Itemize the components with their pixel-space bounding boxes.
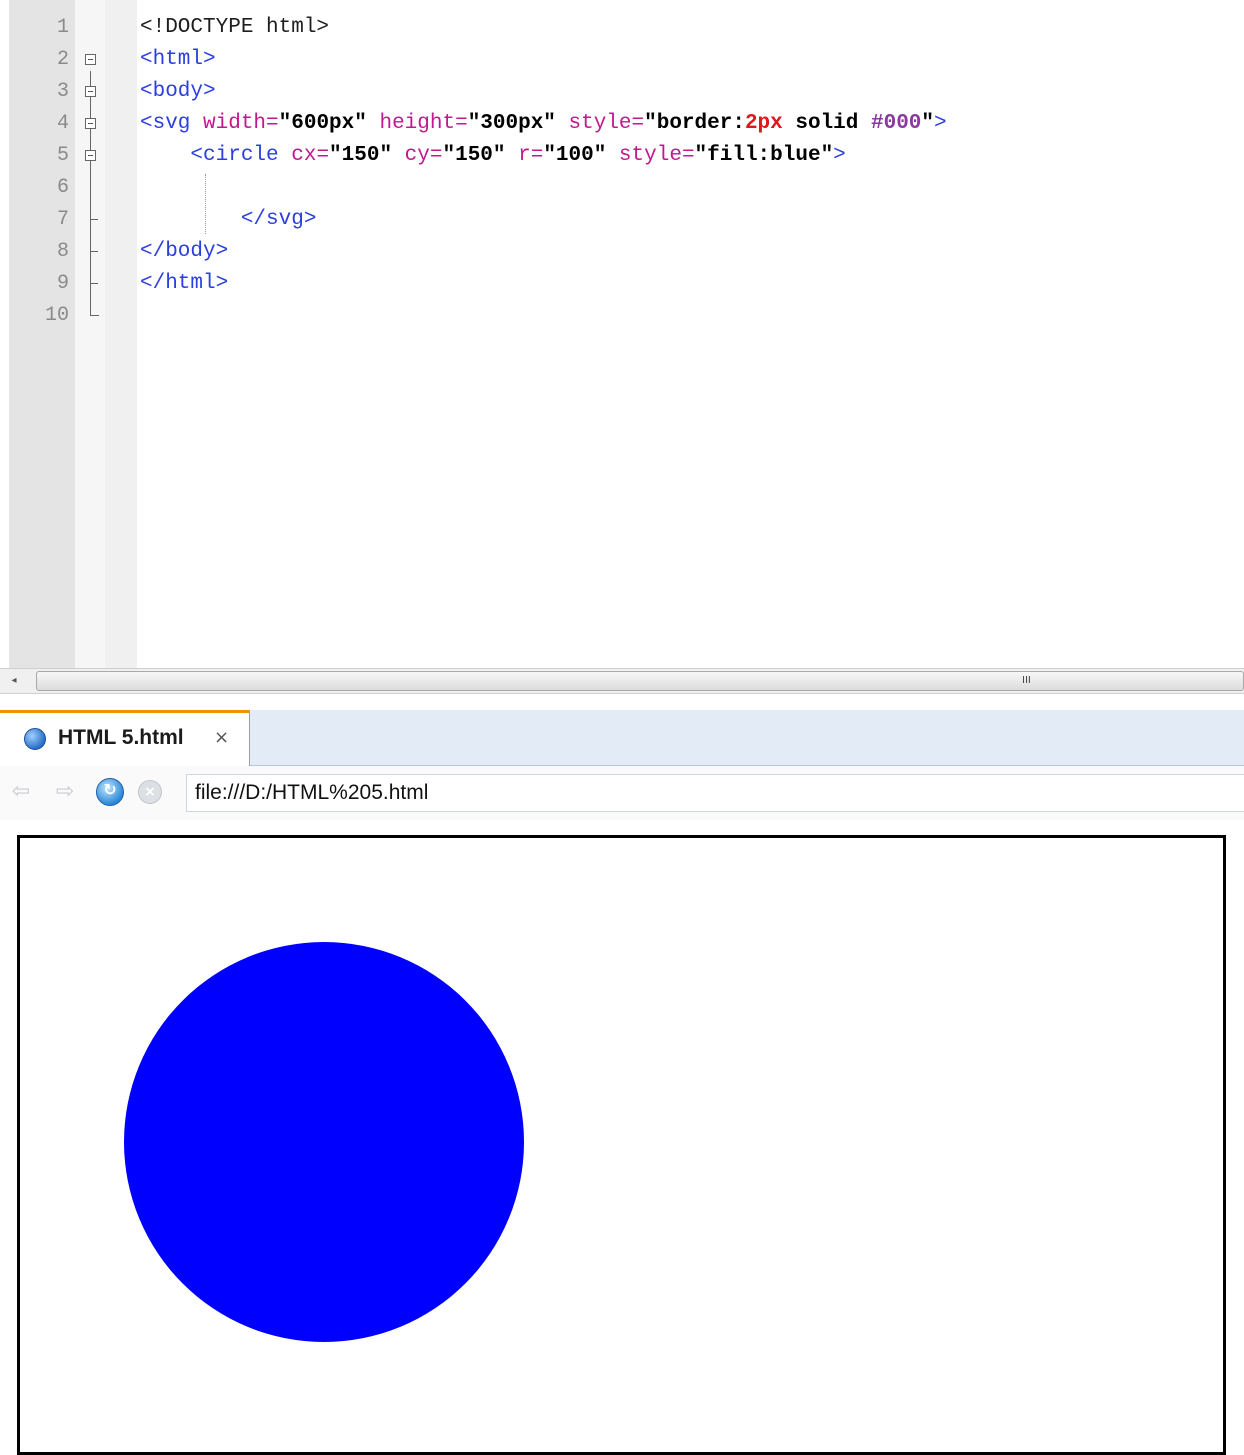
- scroll-left-arrow-icon[interactable]: ◂: [4, 673, 24, 689]
- code-line: </body>: [140, 236, 228, 268]
- code-line: <svg width="600px" height="300px" style=…: [140, 108, 947, 140]
- fold-guide-line: [90, 71, 91, 316]
- close-tab-icon[interactable]: ×: [214, 727, 229, 748]
- fold-toggle-icon[interactable]: [85, 150, 96, 161]
- fold-end-tick: [90, 251, 98, 252]
- attribute-value: "150": [442, 144, 506, 167]
- editor-margin-gap: [105, 0, 137, 668]
- attribute-value: "100": [543, 144, 607, 167]
- line-number: 9: [56, 272, 69, 295]
- browser-tab-bar: HTML 5.html ×: [0, 710, 1244, 766]
- code-line: </html>: [140, 268, 228, 300]
- browser-tab[interactable]: HTML 5.html ×: [0, 710, 250, 766]
- code-editor[interactable]: 1 2 3 4 5 6 7 8 9 10 <!DOCTYPE html> <ht…: [0, 0, 1244, 668]
- scrollbar-thumb[interactable]: III: [36, 671, 1244, 691]
- attribute-value: "600px": [278, 112, 367, 135]
- editor-left-strip: [0, 0, 9, 668]
- line-number: 4: [56, 112, 69, 135]
- html-tag: <html>: [140, 48, 216, 71]
- line-number: 5: [56, 144, 69, 167]
- address-bar[interactable]: file:///D:/HTML%205.html: [186, 774, 1244, 812]
- forward-arrow-icon[interactable]: ⇨: [52, 779, 78, 805]
- line-number: 3: [56, 80, 69, 103]
- attribute-name: height=: [366, 112, 468, 135]
- line-number: 2: [56, 48, 69, 71]
- fold-toggle-icon[interactable]: [85, 86, 96, 97]
- svg-close-tag: </svg>: [140, 208, 317, 231]
- line-number: 10: [44, 304, 69, 327]
- line-number: 6: [56, 176, 69, 199]
- attribute-name: style=: [555, 112, 645, 135]
- horizontal-scrollbar[interactable]: ◂ III: [0, 668, 1244, 694]
- tab-title: HTML 5.html: [58, 726, 184, 749]
- attribute-value: "fill:blue": [694, 144, 834, 167]
- body-tag: <body>: [140, 80, 216, 103]
- svg-viewport: [124, 942, 524, 1342]
- attribute-name: width=: [203, 112, 279, 135]
- code-line: <body>: [140, 76, 216, 108]
- circle-tag: <circle: [140, 144, 292, 167]
- svg-tag: <svg: [140, 112, 204, 135]
- globe-icon: [24, 728, 46, 750]
- fold-end-tick: [90, 219, 98, 220]
- doctype-text: <!DOCTYPE html>: [140, 16, 330, 39]
- fold-end-tick: [90, 283, 98, 284]
- css-hex-color: #000: [870, 112, 922, 135]
- attribute-value: "border:: [644, 112, 745, 135]
- scrollbar-grip-icon: III: [1022, 675, 1031, 686]
- body-close-tag: </body>: [140, 240, 229, 263]
- attribute-value: ": [921, 112, 935, 135]
- stop-icon[interactable]: ×: [138, 780, 162, 804]
- tag-close: >: [833, 144, 846, 167]
- line-number: 7: [56, 208, 69, 231]
- attribute-name: cx=: [291, 144, 330, 167]
- fold-toggle-icon[interactable]: [85, 54, 96, 65]
- rendered-svg-canvas: [17, 835, 1226, 1455]
- back-arrow-icon[interactable]: ⇦: [8, 779, 34, 805]
- attribute-value: "150": [329, 144, 393, 167]
- css-number: 2px: [744, 112, 783, 135]
- attribute-name: cy=: [392, 144, 443, 167]
- html-close-tag: </html>: [140, 272, 229, 295]
- blue-circle: [124, 942, 524, 1342]
- line-number: 1: [56, 16, 69, 39]
- attribute-name: r=: [505, 144, 544, 167]
- code-line: <html>: [140, 44, 216, 76]
- tag-close: >: [934, 112, 947, 135]
- code-line: </svg>: [140, 204, 317, 236]
- browser-nav-bar: ⇦ ⇨ ↻ × file:///D:/HTML%205.html: [0, 766, 1244, 820]
- fold-toggle-icon[interactable]: [85, 118, 96, 129]
- attribute-name: style=: [606, 144, 695, 167]
- attribute-value: "300px": [467, 112, 556, 135]
- line-number: 8: [56, 240, 69, 263]
- refresh-icon[interactable]: ↻: [96, 778, 124, 806]
- refresh-glyph: ↻: [103, 780, 117, 799]
- code-line: <circle cx="150" cy="150" r="100" style=…: [140, 140, 846, 172]
- fold-end-tick: [90, 315, 99, 316]
- attribute-value: solid: [782, 112, 871, 135]
- code-line: <!DOCTYPE html>: [140, 12, 329, 44]
